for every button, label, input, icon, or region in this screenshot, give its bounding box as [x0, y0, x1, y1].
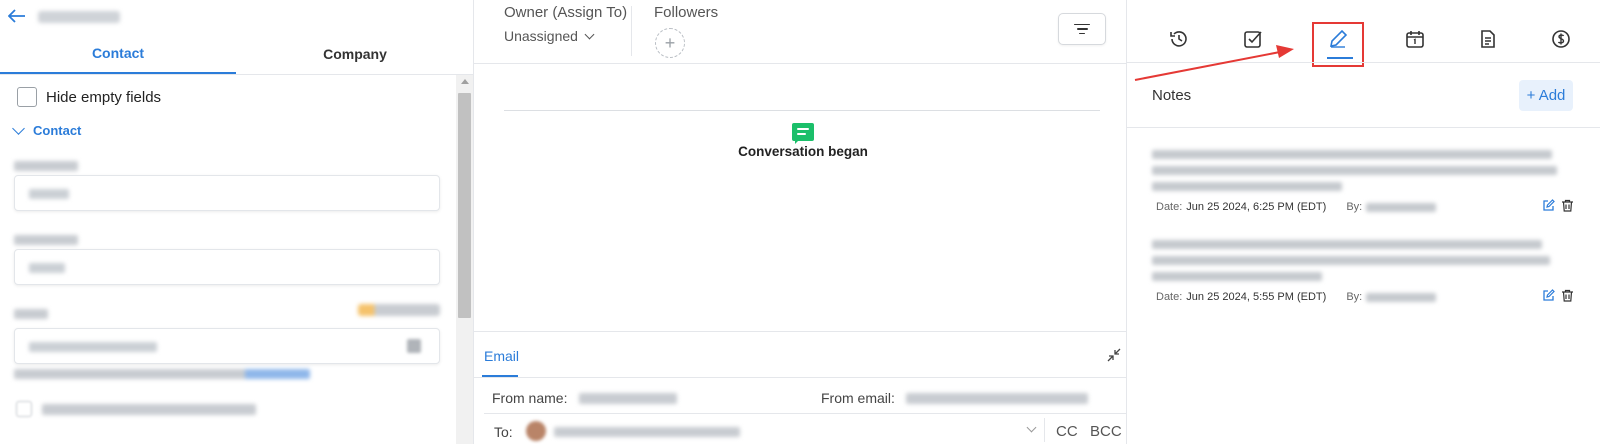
email-label-redacted [14, 309, 48, 319]
contact-tabs: Contact Company [0, 34, 473, 75]
followers-label: Followers [654, 4, 719, 21]
task-check-icon[interactable] [1243, 29, 1263, 49]
note-meta: Date: Jun 25 2024, 5:55 PM (EDT) By: [1156, 291, 1437, 303]
chevron-down-icon [12, 121, 25, 135]
exclude-verification-checkbox[interactable] [16, 401, 32, 417]
chevron-down-icon [584, 29, 595, 39]
email-composer: Email From name: From email: To: CC BCC [474, 331, 1126, 444]
note-author-redacted [1366, 292, 1437, 302]
filter-icon [1074, 23, 1090, 26]
edit-icon[interactable] [1542, 199, 1555, 212]
owner-dropdown[interactable]: Unassigned [504, 28, 595, 44]
email-field[interactable] [14, 328, 440, 364]
avatar [526, 421, 546, 441]
activity-icon-bar [1127, 0, 1600, 67]
collapse-icon[interactable] [1107, 348, 1121, 362]
note-date: Jun 25 2024, 6:25 PM (EDT) [1186, 201, 1327, 213]
history-icon[interactable] [1169, 29, 1189, 49]
trash-icon[interactable] [1561, 199, 1574, 212]
document-icon[interactable] [1478, 29, 1498, 49]
contact-details-panel: Contact Company Hide empty fields Contac… [0, 0, 474, 444]
edit-icon[interactable] [1542, 289, 1555, 302]
arrow-left-icon[interactable] [7, 7, 26, 27]
email-verification-note-redacted [14, 369, 310, 379]
from-email-label: From email: [821, 390, 895, 406]
last-name-label-redacted [14, 235, 78, 245]
calendar-icon[interactable] [1405, 29, 1425, 49]
add-follower-button[interactable]: + [655, 28, 685, 58]
note-text-redacted [1152, 150, 1552, 159]
first-name-field[interactable] [14, 175, 440, 211]
exclude-verification-label-redacted [42, 404, 256, 415]
conversation-began-text: Conversation began [738, 144, 868, 159]
last-name-value-redacted [29, 263, 65, 273]
note-date-label: Date: [1156, 201, 1183, 213]
note-author-redacted [1366, 202, 1437, 212]
annotation-highlight-box [1312, 22, 1364, 67]
owner-label: Owner (Assign To) [504, 4, 628, 21]
contact-section-label: Contact [33, 123, 82, 138]
note-date-label: Date: [1156, 291, 1183, 303]
conversation-panel: Owner (Assign To) Unassigned Followers +… [474, 0, 1126, 444]
add-note-button[interactable]: + Add [1519, 80, 1573, 111]
expand-icon[interactable] [407, 339, 421, 353]
to-recipient-redacted[interactable] [554, 427, 740, 437]
scroll-up-arrow-icon[interactable] [461, 79, 469, 84]
email-value-redacted [29, 342, 157, 352]
note-by-label: By: [1346, 291, 1363, 303]
tab-email[interactable]: Email [484, 348, 519, 364]
email-warning-redacted [358, 304, 440, 316]
from-name-value-redacted [579, 393, 677, 404]
from-name-label: From name: [492, 390, 568, 406]
dollar-icon[interactable] [1551, 29, 1571, 49]
tab-contact[interactable]: Contact [0, 34, 236, 74]
conversation-divider [504, 110, 1100, 111]
filter-button[interactable] [1058, 13, 1106, 45]
contact-section-toggle[interactable]: Contact [12, 121, 82, 138]
left-scrollbar[interactable] [456, 75, 473, 444]
first-name-value-redacted [29, 189, 69, 199]
tab-company[interactable]: Company [236, 34, 474, 74]
chevron-down-icon[interactable] [1026, 422, 1037, 433]
from-email-value-redacted [906, 393, 1088, 404]
hide-empty-fields-checkbox[interactable] [17, 87, 37, 107]
note-by-label: By: [1346, 201, 1363, 213]
conversation-header: Owner (Assign To) Unassigned Followers + [474, 0, 1126, 64]
scroll-thumb[interactable] [458, 93, 471, 318]
first-name-label-redacted [14, 161, 78, 171]
contact-name-redacted [38, 11, 120, 23]
contact-header [0, 0, 473, 34]
note-date: Jun 25 2024, 5:55 PM (EDT) [1186, 291, 1327, 303]
note-text-redacted [1152, 240, 1542, 249]
hide-empty-fields-label: Hide empty fields [46, 88, 162, 106]
notes-title: Notes [1152, 87, 1192, 104]
activity-panel: Notes + Add Date: Jun 25 2024, 6:25 PM (… [1126, 0, 1600, 444]
contact-fields: Hide empty fields Contact [0, 75, 456, 444]
chat-icon [792, 123, 814, 144]
note-meta: Date: Jun 25 2024, 6:25 PM (EDT) By: [1156, 201, 1437, 213]
header-divider [631, 6, 632, 56]
cc-button[interactable]: CC [1056, 423, 1078, 440]
hide-empty-fields-row[interactable]: Hide empty fields [17, 87, 161, 107]
to-label: To: [494, 424, 513, 440]
bcc-button[interactable]: BCC [1090, 423, 1122, 440]
trash-icon[interactable] [1561, 289, 1574, 302]
owner-value: Unassigned [504, 28, 578, 44]
last-name-field[interactable] [14, 249, 440, 285]
